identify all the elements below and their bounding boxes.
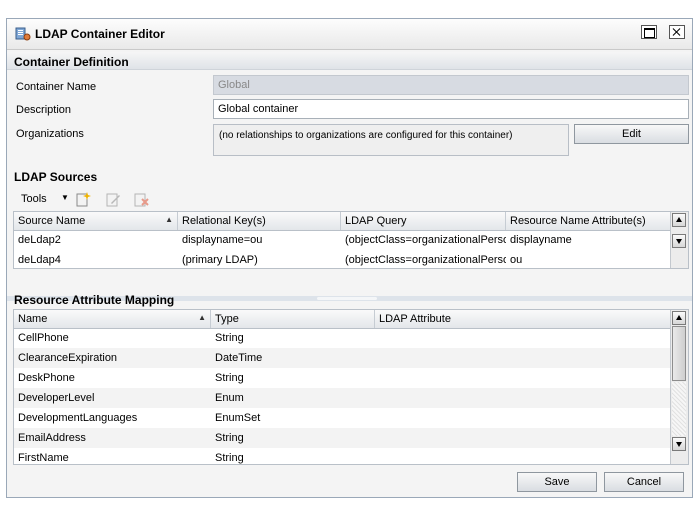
resource-attribute-grid: Name ▲ Type LDAP Attribute CellPhone Str… bbox=[13, 309, 689, 465]
table-row[interactable]: DeveloperLevel Enum bbox=[14, 388, 673, 408]
relational-key-cell: displayname=ou bbox=[182, 234, 263, 246]
ldap-container-icon bbox=[15, 27, 31, 41]
ldap-sources-header-row: Source Name ▲ Relational Key(s) LDAP Que… bbox=[14, 212, 673, 231]
ldap-sources-header: LDAP Sources bbox=[14, 170, 98, 184]
table-row[interactable]: FirstName String bbox=[14, 448, 673, 464]
column-ldap-query[interactable]: LDAP Query bbox=[341, 212, 506, 230]
table-row[interactable]: CellPhone String bbox=[14, 328, 673, 348]
attribute-name-cell: DeveloperLevel bbox=[18, 392, 95, 404]
tools-menu[interactable]: Tools bbox=[21, 193, 47, 205]
close-button[interactable] bbox=[669, 25, 685, 39]
source-name-cell: deLdap2 bbox=[18, 234, 61, 246]
column-name[interactable]: Name ▲ bbox=[14, 310, 211, 328]
sort-ascending-icon: ▲ bbox=[198, 313, 206, 322]
column-label: Name bbox=[18, 313, 48, 325]
table-row[interactable]: EmailAddress String bbox=[14, 428, 673, 448]
ldap-query-cell: (objectClass=organizationalPersor bbox=[345, 234, 506, 246]
attribute-type-cell: String bbox=[215, 452, 244, 464]
ldap-sources-scrollbar[interactable] bbox=[670, 212, 688, 268]
resource-name-cell: displayname bbox=[510, 234, 572, 246]
attribute-name-cell: CellPhone bbox=[18, 332, 69, 344]
splitter-grip[interactable] bbox=[317, 297, 377, 300]
maximize-button[interactable] bbox=[641, 25, 657, 39]
attribute-type-cell: EnumSet bbox=[215, 412, 261, 424]
attribute-type-cell: Enum bbox=[215, 392, 244, 404]
add-source-icon[interactable] bbox=[75, 191, 91, 207]
resource-name-cell: ou bbox=[510, 254, 523, 266]
scroll-down-icon[interactable] bbox=[672, 234, 686, 248]
table-row[interactable]: deLdap2 displayname=ou (objectClass=orga… bbox=[14, 230, 673, 250]
sort-ascending-icon: ▲ bbox=[165, 215, 173, 224]
column-label: Source Name bbox=[18, 215, 86, 227]
edit-source-icon[interactable] bbox=[105, 191, 121, 207]
scrollbar-thumb[interactable] bbox=[672, 326, 686, 381]
attribute-header-row: Name ▲ Type LDAP Attribute bbox=[14, 310, 673, 329]
ldap-sources-toolbar: Tools ▼ bbox=[14, 189, 214, 211]
ldap-attribute-cell[interactable] bbox=[375, 428, 673, 448]
table-row[interactable]: DeskPhone String bbox=[14, 368, 673, 388]
scroll-up-icon[interactable] bbox=[672, 213, 686, 227]
table-row[interactable]: deLdap4 (primary LDAP) (objectClass=orga… bbox=[14, 250, 673, 268]
description-field[interactable] bbox=[213, 99, 689, 119]
attribute-type-cell: String bbox=[215, 372, 244, 384]
table-row[interactable]: ClearanceExpiration DateTime bbox=[14, 348, 673, 368]
cancel-button[interactable]: Cancel bbox=[604, 472, 684, 492]
ldap-attribute-cell[interactable] bbox=[375, 408, 673, 428]
attribute-type-cell: String bbox=[215, 332, 244, 344]
attribute-name-cell: ClearanceExpiration bbox=[18, 352, 118, 364]
title-bar: LDAP Container Editor bbox=[7, 19, 692, 50]
save-button[interactable]: Save bbox=[517, 472, 597, 492]
ldap-container-editor-window: LDAP Container Editor Container Definiti… bbox=[6, 18, 693, 498]
delete-source-icon[interactable] bbox=[133, 191, 149, 207]
column-relational-keys[interactable]: Relational Key(s) bbox=[178, 212, 341, 230]
attribute-name-cell: DeskPhone bbox=[18, 372, 75, 384]
ldap-attribute-cell[interactable] bbox=[375, 448, 673, 464]
attribute-name-cell: EmailAddress bbox=[18, 432, 86, 444]
scroll-up-icon[interactable] bbox=[672, 311, 686, 325]
chevron-down-icon[interactable]: ▼ bbox=[61, 193, 69, 202]
organizations-box: (no relationships to organizations are c… bbox=[213, 124, 569, 156]
container-definition-header: Container Definition bbox=[7, 52, 692, 70]
attribute-type-cell: String bbox=[215, 432, 244, 444]
ldap-query-cell: (objectClass=organizationalPersor bbox=[345, 254, 506, 266]
column-resource-name-attributes[interactable]: Resource Name Attribute(s) bbox=[506, 212, 673, 230]
attribute-grid-scrollbar[interactable] bbox=[670, 310, 688, 464]
source-name-cell: deLdap4 bbox=[18, 254, 61, 266]
attribute-type-cell: DateTime bbox=[215, 352, 263, 364]
scrollbar-track[interactable] bbox=[672, 382, 686, 436]
ldap-attribute-cell[interactable] bbox=[375, 328, 673, 348]
column-source-name[interactable]: Source Name ▲ bbox=[14, 212, 178, 230]
container-name-field[interactable] bbox=[213, 75, 689, 95]
ldap-attribute-cell[interactable] bbox=[375, 388, 673, 408]
relational-key-cell: (primary LDAP) bbox=[182, 254, 258, 266]
ldap-attribute-cell[interactable] bbox=[375, 348, 673, 368]
attribute-name-cell: DevelopmentLanguages bbox=[18, 412, 138, 424]
resource-attribute-mapping-header: Resource Attribute Mapping bbox=[14, 293, 175, 307]
attribute-name-cell: FirstName bbox=[18, 452, 69, 464]
description-label: Description bbox=[16, 104, 72, 116]
ldap-attribute-cell[interactable] bbox=[375, 368, 673, 388]
ldap-sources-grid: Source Name ▲ Relational Key(s) LDAP Que… bbox=[13, 211, 689, 269]
organizations-label: Organizations bbox=[16, 128, 84, 140]
scroll-down-icon[interactable] bbox=[672, 437, 686, 451]
column-type[interactable]: Type bbox=[211, 310, 375, 328]
edit-organizations-button[interactable]: Edit bbox=[574, 124, 689, 144]
window-title: LDAP Container Editor bbox=[35, 27, 165, 41]
table-row[interactable]: DevelopmentLanguages EnumSet bbox=[14, 408, 673, 428]
column-ldap-attribute[interactable]: LDAP Attribute bbox=[375, 310, 673, 328]
container-name-label: Container Name bbox=[16, 81, 97, 93]
